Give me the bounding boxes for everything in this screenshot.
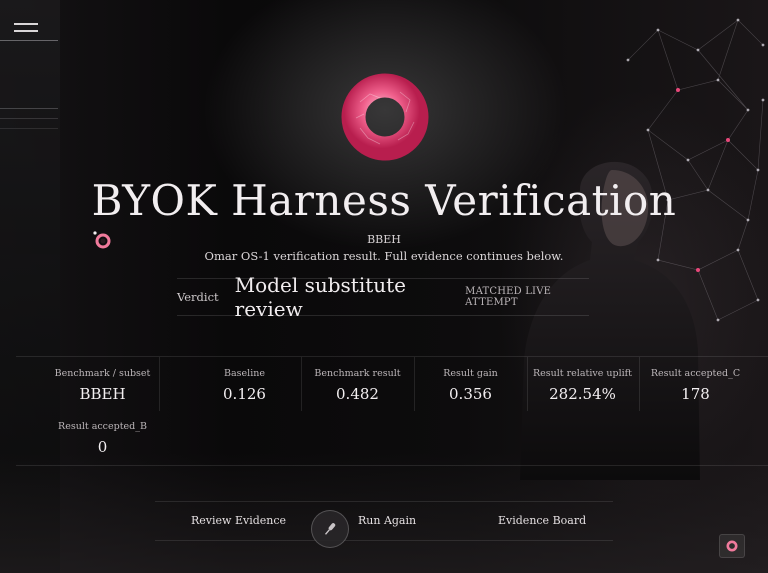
benchmark-subtitle: BBEH <box>367 233 401 246</box>
metric-relative-uplift: Result relative uplift 282.54% <box>526 357 640 411</box>
ring-shortcut-button[interactable] <box>719 534 745 558</box>
metric-label: Result gain <box>443 368 498 379</box>
evidence-board-button[interactable]: Evidence Board <box>498 514 586 527</box>
metric-label: Result relative uplift <box>533 368 632 379</box>
metric-value: 178 <box>681 385 710 403</box>
verdict-label: Verdict <box>177 290 219 304</box>
review-evidence-button[interactable]: Review Evidence <box>191 514 286 527</box>
microphone-button[interactable] <box>311 510 349 548</box>
microphone-icon <box>324 523 336 535</box>
verdict-row: Verdict Model substitute review MATCHED … <box>177 273 589 321</box>
metric-baseline: Baseline 0.126 <box>188 357 302 411</box>
metric-accepted-b: Result accepted_B 0 <box>46 410 159 464</box>
ring-icon <box>726 540 738 552</box>
verdict-badge: MATCHED LIVE ATTEMPT <box>465 286 552 308</box>
metric-value: 0.482 <box>336 385 379 403</box>
ring-logo-icon <box>341 73 429 161</box>
metric-label: Baseline <box>224 368 265 379</box>
metric-value: 0 <box>97 438 108 456</box>
metric-label: Benchmark result <box>314 368 401 379</box>
metric-value: BBEH <box>79 385 126 403</box>
metric-accepted-c: Result accepted_C 178 <box>639 357 752 411</box>
metric-value: 0.126 <box>223 385 266 403</box>
metric-benchmark-subset: Benchmark / subset BBEH <box>46 357 160 411</box>
page-title: BYOK Harness Verification <box>91 176 677 225</box>
metric-result-gain: Result gain 0.356 <box>414 357 528 411</box>
menu-icon[interactable] <box>14 20 40 36</box>
verdict-value: Model substitute review <box>234 273 407 321</box>
metric-benchmark-result: Benchmark result 0.482 <box>301 357 415 411</box>
metric-value: 0.356 <box>449 385 492 403</box>
metric-label: Result accepted_C <box>650 368 741 379</box>
metrics-grid: Benchmark / subset BBEH Baseline 0.126 B… <box>16 356 768 466</box>
result-description: Omar OS-1 verification result. Full evid… <box>204 249 564 263</box>
metric-value: 282.54% <box>549 385 616 403</box>
action-bar: Review Evidence Run Again Evidence Board <box>155 501 613 541</box>
metric-label: Result accepted_B <box>58 421 147 432</box>
metric-label: Benchmark / subset <box>54 368 151 379</box>
run-again-button[interactable]: Run Again <box>358 514 416 527</box>
